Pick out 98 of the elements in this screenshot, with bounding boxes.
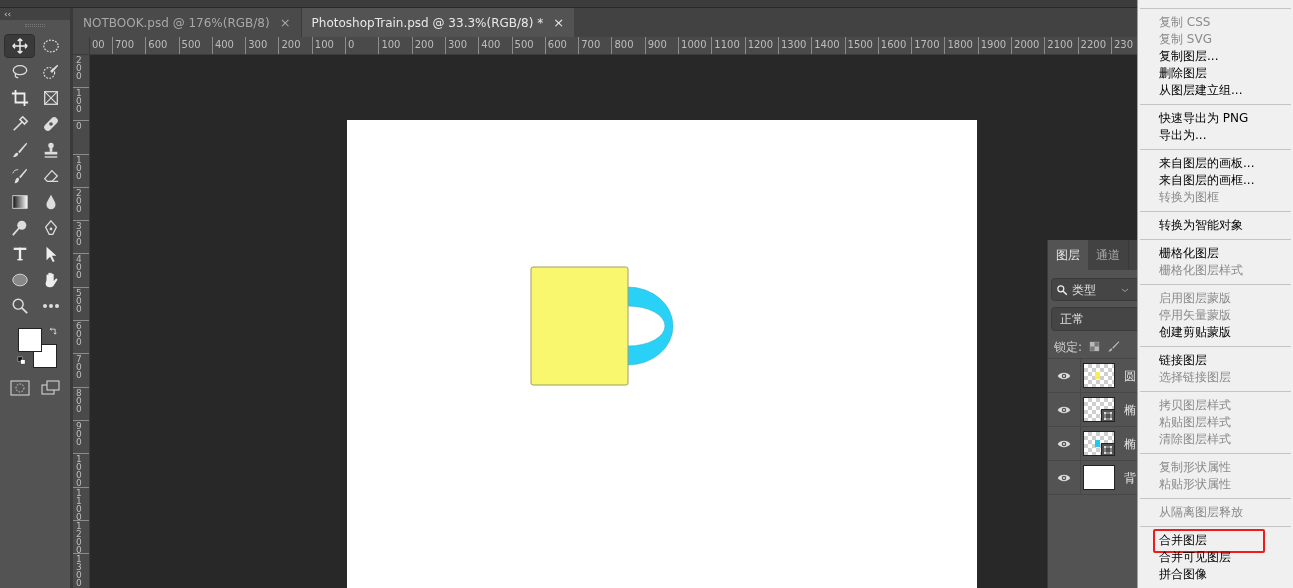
color-swatches[interactable] [16, 326, 60, 370]
ruler-label: 700 [114, 38, 135, 52]
move-icon [10, 37, 29, 55]
ruler-label: 700 [76, 355, 82, 380]
ruler-label: 300 [247, 38, 268, 52]
lock-label: 锁定: [1054, 338, 1083, 356]
ruler-label: 1600 [879, 38, 907, 52]
menu-item[interactable]: 拼合图像 [1159, 566, 1207, 583]
ruler-label: 1300 [779, 38, 807, 52]
ellipse-icon [10, 271, 29, 289]
ruler-label: 0 [76, 122, 82, 131]
lasso-icon [10, 63, 29, 81]
gradient-icon [10, 193, 29, 211]
ruler-label: 1200 [76, 521, 82, 554]
menu-item[interactable]: 来自图层的画板... [1159, 155, 1255, 172]
zoom-icon [10, 297, 29, 315]
marquee-icon [41, 37, 60, 55]
ruler-label: 900 [76, 421, 82, 446]
layer-name: 椭 [1124, 401, 1136, 419]
menu-item[interactable]: 栅格化图层 [1159, 245, 1219, 262]
menu-item[interactable]: 导出为... [1159, 127, 1207, 144]
ruler-label: 400 [213, 38, 234, 52]
menu-item[interactable]: 链接图层 [1159, 352, 1207, 369]
dodge-icon [10, 219, 29, 237]
ruler-label: 1100 [76, 488, 82, 521]
tool-button[interactable] [4, 34, 35, 58]
panel-tab[interactable]: 通道 [1088, 240, 1129, 270]
ruler-label: 200 [413, 38, 434, 52]
ruler-label: 1900 [979, 38, 1007, 52]
ruler-label: 2100 [1046, 38, 1073, 52]
ruler-label: 1700 [913, 38, 940, 52]
ruler-label: 0 [347, 38, 355, 52]
ruler-label: 700 [580, 38, 601, 52]
menu-item[interactable]: 创建剪贴蒙版 [1159, 324, 1231, 341]
quick-mask-icon[interactable] [9, 380, 30, 396]
layer-name: 背 [1124, 469, 1136, 487]
ruler-label: 900 [646, 38, 667, 52]
lock-pixels-icon[interactable] [1089, 341, 1101, 352]
lock-brush-icon[interactable] [1107, 340, 1121, 353]
ruler-label: 2200 [1079, 38, 1107, 52]
ruler-label: 1100 [713, 38, 740, 52]
ruler-label: 1000 [680, 38, 707, 52]
frame-icon [41, 89, 60, 107]
ruler-label: 800 [76, 388, 82, 413]
ruler-label: 500 [76, 288, 82, 313]
ruler-label: 200 [76, 56, 82, 80]
shape-badge-icon [1103, 410, 1113, 421]
ruler-label: 600 [546, 38, 567, 52]
ruler-label: 1300 [76, 555, 82, 588]
close-icon[interactable]: × [279, 12, 291, 33]
ruler-label: 100 [76, 89, 82, 113]
ruler-label: 600 [147, 38, 168, 52]
menu-item[interactable]: 转换为智能对象 [1159, 217, 1243, 234]
ruler-label: 1400 [813, 38, 840, 52]
panel-tab[interactable]: 图层 [1048, 240, 1088, 270]
ruler-label: 300 [76, 222, 82, 247]
ruler-label: 600 [76, 322, 82, 347]
menu-item[interactable]: 复制图层... [1159, 48, 1219, 65]
ruler-label: 300 [446, 38, 468, 52]
shape-badge-icon [1103, 444, 1113, 455]
menu-item[interactable]: 来自图层的画框... [1159, 172, 1255, 189]
eraser-icon [41, 167, 60, 185]
screen-mode-icon[interactable] [40, 380, 61, 396]
ruler-label: 2000 [1013, 38, 1040, 52]
document-tab[interactable]: NOTBOOK.psd @ 176%(RGB/8) × [73, 8, 302, 37]
default-colors-icon[interactable] [17, 356, 26, 365]
document-tab[interactable]: PhotoshopTrain.psd @ 33.3%(RGB/8) * × [301, 8, 575, 37]
ruler-label: 500 [513, 38, 534, 52]
search-icon [1056, 283, 1068, 296]
eyedropper-icon [10, 115, 29, 133]
history-brush-icon [10, 167, 29, 185]
ruler-label: 800 [613, 38, 634, 52]
menu-item[interactable]: 快速导出为 PNG [1159, 110, 1249, 127]
layer-name: 圆 [1124, 367, 1136, 385]
ruler-label: 400 [76, 255, 82, 280]
ruler-label: 200 [76, 188, 82, 213]
ruler-label: 1800 [946, 38, 973, 52]
more-icon [41, 303, 60, 309]
menu-item[interactable]: 从图层建立组... [1159, 82, 1243, 99]
brush-icon [10, 141, 29, 159]
menu-item[interactable]: 删除图层 [1159, 65, 1207, 82]
ruler-label: 100 [76, 155, 82, 180]
ruler-label: 100 [313, 38, 334, 52]
ruler-label: 1000 [76, 455, 82, 488]
ruler-label: 500 [180, 38, 201, 52]
layer-name: 椭 [1124, 435, 1136, 453]
ruler-label: 1200 [746, 38, 774, 52]
ruler-label: 230 [1112, 38, 1133, 52]
grip-icon[interactable] [25, 23, 45, 27]
ruler-label: 200 [280, 38, 301, 52]
ruler-label: 400 [480, 38, 501, 52]
quick-select-icon [41, 63, 60, 81]
collapse-toggle[interactable]: ‹‹ [4, 9, 12, 19]
ruler-label: 100 [380, 38, 401, 52]
ruler-label: 1500 [846, 38, 873, 52]
close-icon[interactable]: × [553, 12, 565, 33]
ruler-label: 00 [91, 38, 105, 52]
crop-icon [10, 89, 29, 107]
